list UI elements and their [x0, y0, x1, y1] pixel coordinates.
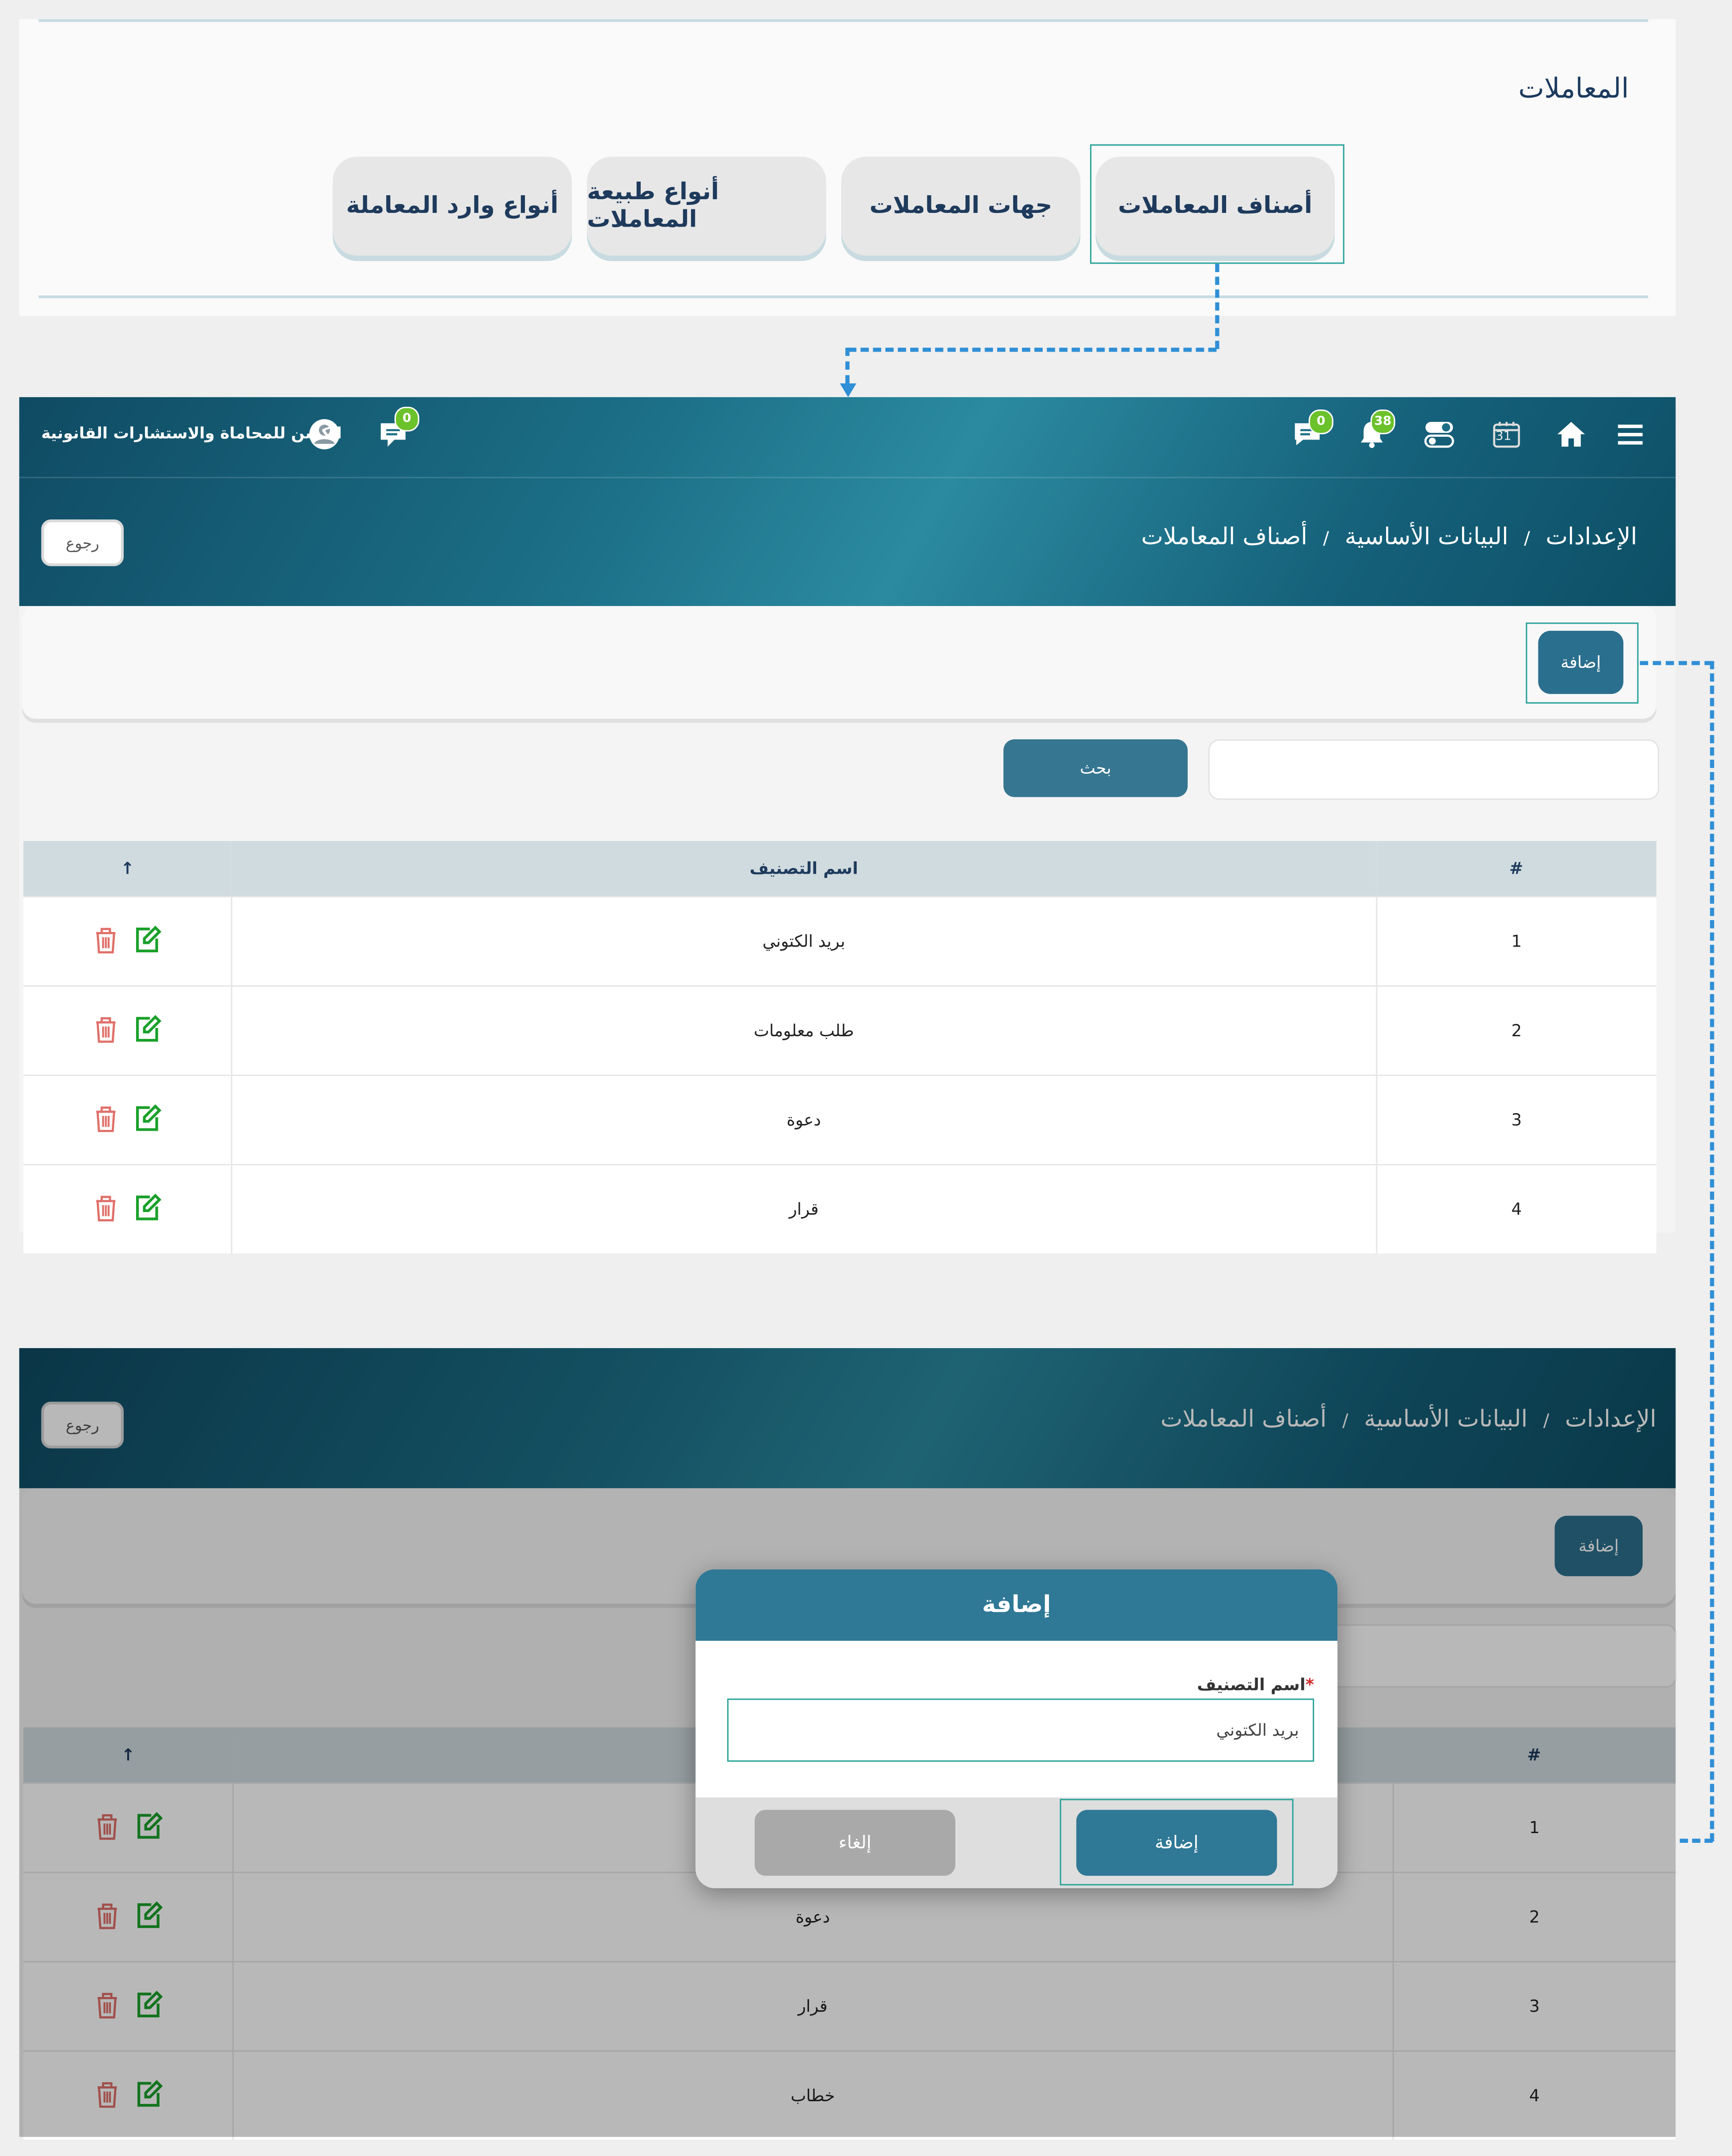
delete-icon[interactable] [91, 1192, 122, 1227]
table-row: 4 قرار [23, 1164, 1656, 1254]
categories-table: # اسم التصنيف ↑ 1 بريد الكتوني 2 طلب معلوما… [23, 841, 1656, 1254]
brand-name: الكشن للمحاماة والاستشارات القانونية [41, 423, 342, 443]
panel-title: المعاملات [1518, 71, 1629, 105]
modal-title: إضافة [695, 1569, 1338, 1641]
breadcrumb-current: أصناف المعاملات [1141, 523, 1307, 551]
highlight-box [1526, 622, 1639, 704]
tab-incoming-transaction-types[interactable]: أنواع وارد المعاملة [332, 156, 572, 256]
header-background: 31 38 0 0 الكشن للمحاماة والاستشارات الق [19, 397, 1676, 606]
toggle-icon[interactable] [1421, 417, 1457, 452]
table-row: 3 دعوة [23, 1074, 1656, 1165]
row-number: 4 [1375, 1164, 1656, 1254]
divider [38, 295, 1648, 299]
delete-icon[interactable] [91, 1013, 122, 1048]
edit-icon[interactable] [133, 1103, 163, 1137]
notifications-badge: 38 [1370, 409, 1395, 435]
bell-icon[interactable]: 38 [1354, 409, 1395, 452]
actions-card: إضافة [22, 606, 1656, 719]
category-name-label-text: اسم التصنيف [1197, 1675, 1306, 1694]
search-button[interactable]: بحث [1003, 739, 1188, 797]
back-button[interactable]: رجوع [41, 519, 124, 566]
divider [38, 19, 1648, 22]
row-category-name: طلب معلومات [231, 985, 1376, 1076]
chat-icon[interactable]: 0 [1289, 409, 1333, 452]
breadcrumb-basic-data[interactable]: البيانات الأساسية [1345, 523, 1508, 551]
highlight-box [1090, 144, 1345, 264]
connector-line [848, 348, 1217, 352]
edit-icon[interactable] [133, 1013, 163, 1048]
table-row: 1 بريد الكتوني [23, 896, 1656, 986]
menu-icon[interactable] [1612, 417, 1648, 452]
calendar-day: 31 [1495, 430, 1512, 444]
search-input[interactable] [1208, 739, 1660, 800]
delete-icon[interactable] [91, 1103, 122, 1137]
col-header-category-name[interactable]: اسم التصنيف [232, 841, 1376, 897]
cancel-button[interactable]: إلغاء [754, 1810, 956, 1876]
modal-footer: إضافة إلغاء [695, 1797, 1338, 1888]
required-mark: * [1305, 1675, 1314, 1694]
row-category-name: بريد الكتوني [231, 896, 1376, 986]
add-category-modal: إضافة *اسم التصنيف بريد الكتوني إضافة إل… [695, 1569, 1338, 1888]
calendar-icon[interactable]: 31 [1489, 417, 1524, 452]
sort-arrow-icon[interactable]: ↑ [23, 841, 232, 897]
delete-icon[interactable] [91, 924, 122, 959]
table-row: 2 طلب معلومات [23, 985, 1656, 1076]
breadcrumb-separator: / [1524, 529, 1530, 550]
top-navbar: 31 38 0 0 الكشن للمحاماة والاستشارات الق [19, 397, 1676, 478]
highlight-box [1060, 1799, 1294, 1886]
breadcrumb-settings[interactable]: الإعدادات [1546, 523, 1637, 551]
row-actions [23, 1164, 232, 1254]
home-icon[interactable] [1553, 417, 1589, 452]
category-name-input[interactable]: بريد الكتوني [727, 1698, 1314, 1762]
category-name-label: *اسم التصنيف [1197, 1675, 1314, 1694]
comments-badge: 0 [394, 406, 419, 432]
connector-line [1710, 661, 1714, 1842]
edit-icon[interactable] [133, 1192, 163, 1227]
connector-arrow [839, 383, 857, 398]
row-number: 2 [1375, 985, 1656, 1076]
connector-line [1215, 264, 1219, 349]
row-category-name: قرار [231, 1164, 1376, 1254]
row-number: 3 [1375, 1074, 1656, 1165]
tab-transaction-nature-types[interactable]: أنواع طبيعة المعاملات [587, 156, 826, 256]
breadcrumb: الإعدادات / البيانات الأساسية / أصناف ال… [1141, 523, 1637, 551]
col-header-number[interactable]: # [1376, 841, 1656, 897]
breadcrumb-separator: / [1323, 529, 1329, 550]
comment-icon[interactable]: 0 [375, 406, 419, 452]
row-category-name: دعوة [231, 1074, 1376, 1165]
edit-icon[interactable] [133, 924, 163, 959]
transactions-tabs-panel: المعاملات أصناف المعاملات جهات المعاملات… [19, 19, 1676, 316]
row-actions [23, 896, 232, 986]
tab-transaction-entities[interactable]: جهات المعاملات [841, 156, 1081, 256]
connector-line [1640, 661, 1713, 665]
row-number: 1 [1375, 896, 1656, 986]
messages-badge: 0 [1308, 409, 1333, 435]
connector-line [845, 348, 850, 383]
row-actions [23, 1074, 232, 1165]
row-actions [23, 985, 232, 1076]
